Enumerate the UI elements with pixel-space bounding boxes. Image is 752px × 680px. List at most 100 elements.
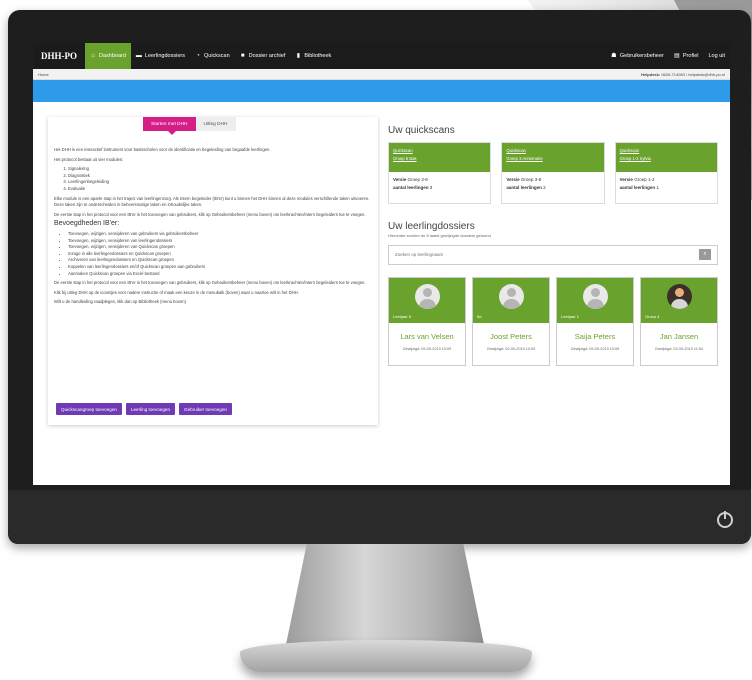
quickscan-card[interactable]: Quickscan Groep 3 Annemarie Versie Groep… <box>501 142 605 204</box>
dossier-cards: Leerjaar 5 Lars van Velsen Gewijzigd: 09… <box>388 277 718 366</box>
avatar <box>583 284 608 309</box>
quickscan-card-header: Quickscan Groep 3 Annemarie <box>502 143 604 172</box>
monitor-stand <box>286 544 484 644</box>
list-item: Archiveren van leerlingendossiers en Qui… <box>68 257 374 264</box>
dossier-card[interactable]: 5d Joost Peters Gewijzigd: 09-09-2019 10… <box>472 277 550 366</box>
nav-label: Gebruikersbeheer <box>619 53 664 59</box>
breadcrumb[interactable]: Home <box>38 72 49 77</box>
quickscan-card-body: Versie Groep 1-2 aantal leerlingen 1 <box>619 177 659 190</box>
avatar <box>499 284 524 309</box>
list-item: Inzage in alle leerlingendossiers en Qui… <box>68 251 374 258</box>
nav-label: Quickscan <box>203 53 230 59</box>
nav-dossier-archief[interactable]: ■ Dossier archief <box>235 43 291 69</box>
nav-label: Dossier archief <box>248 53 286 59</box>
tab-uitleg[interactable]: Uitleg DHH <box>195 117 236 131</box>
nav-logout[interactable]: Log uit <box>703 43 730 69</box>
list-item: Diagnostiek <box>68 173 374 180</box>
add-quickscangroup-button[interactable]: Quickscangroep toevoegen <box>56 403 122 415</box>
add-student-button[interactable]: Leerling toevoegen <box>125 403 176 415</box>
dossier-card-header: 5d <box>473 278 549 323</box>
intro-paragraph: Klik bij uitleg DHH op de icoontjes voor… <box>54 289 299 295</box>
avatar <box>415 284 440 309</box>
student-name[interactable]: Jan Jansen <box>641 332 717 341</box>
users-icon: ☗ <box>611 53 617 59</box>
quickscan-card[interactable]: Quickscan Groep 5 Bas Versie Groep 3-8 a… <box>388 142 492 204</box>
intro-paragraph: De eerste stap in het protocol voor een … <box>54 211 366 217</box>
nav-leerlingdossiers[interactable]: ▬ Leerlingdossiers <box>131 43 190 69</box>
quickscan-group-link[interactable]: Groep 3 Annemarie <box>506 155 599 163</box>
list-item: Aanmaken Quickscan groepen via Excel-bes… <box>68 271 374 278</box>
search-icon[interactable]: ⌕ <box>699 249 711 260</box>
quickscan-link[interactable]: Quickscan <box>620 147 713 155</box>
list-item: Leerlingenbegeleiding <box>68 179 374 186</box>
modified-date: Gewijzigd: 09-09-2019 10:05 <box>570 347 620 351</box>
dossier-group: 5d <box>477 314 482 319</box>
intro-panel: Starten met DHH Uitleg DHH Het DHH is ee… <box>48 117 378 425</box>
list-item: Evaluatie <box>68 186 374 193</box>
monitor-chin <box>8 490 751 544</box>
quickscans-title: Uw quickscans <box>388 125 455 136</box>
quickscan-group-link[interactable]: Groep 1-2 Sylvia <box>620 155 713 163</box>
quickscan-link[interactable]: Quickscan <box>393 147 486 155</box>
nav-gebruikersbeheer[interactable]: ☗ Gebruikersbeheer <box>606 43 669 69</box>
list-item: Signalering <box>68 166 374 173</box>
quickscan-card[interactable]: Quickscan Groep 1-2 Sylvia Versie Groep … <box>614 142 718 204</box>
nav-quickscan[interactable]: ◔ Quickscan <box>190 43 235 69</box>
search-input[interactable] <box>395 246 685 262</box>
tab-starten[interactable]: Starten met DHH <box>143 117 196 131</box>
nav-label: Profiel <box>682 53 699 59</box>
folder-icon: ▬ <box>135 53 142 59</box>
nav-label: Bibliotheek <box>304 53 332 59</box>
nav-profiel[interactable]: ▤ Profiel <box>669 43 704 69</box>
tab-bar: Starten met DHH Uitleg DHH <box>143 117 236 131</box>
search-box: ⌕ <box>388 245 718 265</box>
dossier-card[interactable]: Leerjaar 1 Saija Peters Gewijzigd: 09-09… <box>556 277 634 366</box>
quickscan-cards: Quickscan Groep 5 Bas Versie Groep 3-8 a… <box>388 142 718 204</box>
home-icon: ⌂ <box>91 53 95 59</box>
dossier-card[interactable]: Groep 4 Jan Jansen Gewijzigd: 03-09-2019… <box>640 277 718 366</box>
dossier-card[interactable]: Leerjaar 5 Lars van Velsen Gewijzigd: 09… <box>388 277 466 366</box>
modified-date: Gewijzigd: 03-09-2019 11:54 <box>654 347 704 351</box>
student-name[interactable]: Saija Peters <box>557 332 633 341</box>
list-item: Toevoegen, wijzigen, verwijderen van geb… <box>68 231 374 238</box>
monitor-base <box>240 640 532 672</box>
student-name[interactable]: Lars van Velsen <box>389 332 465 341</box>
nav-label: Leerlingdossiers <box>144 53 185 59</box>
student-name[interactable]: Joost Peters <box>473 332 549 341</box>
nav-label: Dashboard <box>99 53 126 59</box>
book-icon: ▮ <box>296 53 301 59</box>
add-user-button[interactable]: Gebruiker toevoegen <box>179 403 232 415</box>
quickscan-group-link[interactable]: Groep 5 Bas <box>393 155 486 163</box>
archive-icon: ■ <box>240 53 245 59</box>
intro-content: Het DHH is een interactief instrument vo… <box>54 147 374 309</box>
modified-date: Gewijzigd: 09-09-2019 10:09 <box>402 347 452 351</box>
gauge-icon: ◔ <box>196 53 200 59</box>
nav-dashboard[interactable]: ⌂ Dashboard <box>85 43 131 69</box>
quickscan-card-body: Versie Groep 3-8 aantal leerlingen 3 <box>393 177 433 190</box>
nav-bibliotheek[interactable]: ▮ Bibliotheek <box>290 43 336 69</box>
list-item: Toevoegen, wijzigen, verwijderen van lee… <box>68 238 374 245</box>
nav-label: Log uit <box>708 53 725 59</box>
quickscan-card-body: Versie Groep 3-8 aantal leerlingen 2 <box>506 177 546 190</box>
blue-banner <box>33 80 730 102</box>
quickscan-card-header: Quickscan Groep 5 Bas <box>389 143 491 172</box>
power-icon <box>717 511 733 528</box>
intro-paragraph: Het protocol bestaat uit vier modules: <box>54 156 124 162</box>
dossier-card-header: Groep 4 <box>641 278 717 323</box>
action-buttons: Quickscangroep toevoegen Leerling toevoe… <box>56 403 232 415</box>
modified-date: Gewijzigd: 09-09-2019 10:05 <box>486 347 536 351</box>
dossier-group: Leerjaar 1 <box>561 314 580 319</box>
dossiers-title: Uw leerlingdossiers <box>388 221 475 232</box>
intro-paragraph: De eerste stap in het protocol voor een … <box>54 280 366 286</box>
helpdesk-info: Helpdesk: 0626-714063 / helpdesk@dhh-po.… <box>641 71 725 77</box>
right-column: Uw quickscans Quickscan Groep 5 Bas Vers… <box>388 125 718 366</box>
dossiers-subtitle: Hieronder worden de 8 laatst gewijzigde … <box>388 233 491 238</box>
app-logo[interactable]: DHH-PO <box>33 51 85 61</box>
intro-paragraph: Het DHH is een interactief instrument vo… <box>54 147 271 152</box>
breadcrumb-bar: Home Helpdesk: 0626-714063 / helpdesk@dh… <box>33 69 730 80</box>
module-list: Signalering Diagnostiek Leerlingenbegele… <box>54 166 374 192</box>
list-item: Toevoegen, wijzigen, verwijderen van Qui… <box>68 244 374 251</box>
quickscan-link[interactable]: Quickscan <box>506 147 599 155</box>
dossier-group: Leerjaar 5 <box>393 314 412 319</box>
avatar-photo <box>667 284 692 309</box>
